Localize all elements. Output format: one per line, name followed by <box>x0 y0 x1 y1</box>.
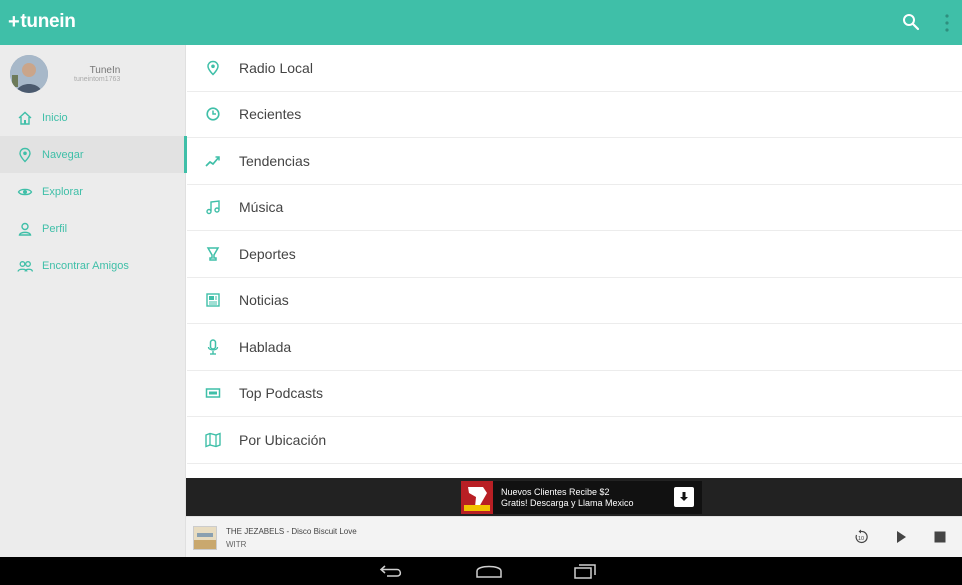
now-playing-bar[interactable]: THE JEZABELS - Disco Biscuit Love WITR 1… <box>186 516 962 557</box>
rewind-label: 10 <box>858 536 864 542</box>
ad-banner[interactable]: Nuevos Clientes Recibe $2 Gratis! Descar… <box>461 481 702 514</box>
sidebar-item-encontrar-amigos[interactable]: Encontrar Amigos <box>0 247 186 284</box>
ad-line-2: Gratis! Descarga y Llama Mexico <box>501 497 634 508</box>
ad-logo <box>461 481 493 514</box>
category-label: Top Podcasts <box>239 385 324 402</box>
rewind-10-icon[interactable]: 10 <box>853 529 869 545</box>
category-label: Tendencias <box>239 152 310 169</box>
sidebar-item-inicio[interactable]: Inicio <box>0 99 186 136</box>
sidebar: TuneIn tuneintom1763 Inicio Navegar Expl… <box>0 45 187 557</box>
ad-text: Nuevos Clientes Recibe $2 Gratis! Descar… <box>501 487 634 509</box>
sidebar-item-label: Navegar <box>42 148 84 161</box>
category-top-podcasts[interactable]: Top Podcasts <box>187 371 962 417</box>
microphone-icon <box>207 339 219 355</box>
category-noticias[interactable]: Noticias <box>187 278 962 324</box>
category-label: Por Ubicación <box>239 431 327 448</box>
sidebar-item-label: Inicio <box>42 111 68 124</box>
category-label: Hablada <box>239 338 292 355</box>
category-list: Radio Local Recientes Tendencias Música … <box>187 45 962 478</box>
play-icon[interactable] <box>893 529 909 545</box>
sidebar-item-perfil[interactable]: Perfil <box>0 210 186 247</box>
location-pin-icon <box>207 60 219 76</box>
profile-header[interactable]: TuneIn tuneintom1763 <box>10 55 120 93</box>
category-label: Recientes <box>239 106 302 123</box>
category-label: Música <box>239 199 284 216</box>
sidebar-item-label: Perfil <box>42 222 68 235</box>
album-art <box>193 526 217 550</box>
location-pin-icon <box>19 147 31 162</box>
sidebar-nav: Inicio Navegar Explorar Perfil Encontrar… <box>0 99 187 284</box>
sidebar-item-label: Encontrar Amigos <box>42 259 129 272</box>
download-icon <box>680 492 688 501</box>
profile-name: TuneIn <box>89 65 121 76</box>
person-icon <box>18 222 32 236</box>
category-por-ubicacion[interactable]: Por Ubicación <box>187 417 962 464</box>
eye-icon <box>17 188 33 195</box>
category-hablada[interactable]: Hablada <box>187 324 962 371</box>
music-note-icon <box>206 200 220 215</box>
trending-icon <box>205 156 220 167</box>
app-bar: + tunein <box>0 0 962 45</box>
ad-download-button[interactable] <box>674 487 694 507</box>
tunein-logo[interactable]: + tunein <box>8 9 76 35</box>
back-icon[interactable] <box>379 563 405 579</box>
search-icon[interactable] <box>902 13 920 31</box>
profile-username: tuneintom1763 <box>74 76 121 83</box>
station-name: WITR <box>226 540 247 549</box>
sidebar-item-label: Explorar <box>42 185 83 198</box>
category-recientes[interactable]: Recientes <box>187 92 962 138</box>
home-icon <box>18 111 32 125</box>
ad-bar: Nuevos Clientes Recibe $2 Gratis! Descar… <box>186 478 962 516</box>
avatar <box>10 55 48 93</box>
category-tendencias[interactable]: Tendencias <box>187 138 962 185</box>
friends-icon <box>17 260 33 272</box>
ad-line-1: Nuevos Clientes Recibe $2 <box>501 486 610 497</box>
profile-names: TuneIn tuneintom1763 <box>74 65 120 83</box>
system-nav-bar <box>0 557 962 585</box>
recents-icon[interactable] <box>573 563 597 579</box>
category-radio-local[interactable]: Radio Local <box>187 45 962 92</box>
logo-plus: + <box>8 10 20 33</box>
overflow-menu-icon[interactable] <box>944 12 950 34</box>
sidebar-item-explorar[interactable]: Explorar <box>0 173 186 210</box>
category-deportes[interactable]: Deportes <box>187 231 962 278</box>
category-label: Deportes <box>239 245 296 262</box>
podcast-icon <box>205 388 221 398</box>
category-musica[interactable]: Música <box>187 185 962 231</box>
clock-icon <box>206 107 220 121</box>
logo-text: tunein <box>20 11 76 32</box>
trophy-icon <box>206 247 220 261</box>
category-label: Radio Local <box>239 59 313 76</box>
home-nav-icon[interactable] <box>475 563 503 579</box>
stop-icon[interactable] <box>932 529 948 545</box>
newspaper-icon <box>206 293 220 307</box>
sidebar-item-navegar[interactable]: Navegar <box>0 136 187 173</box>
category-label: Noticias <box>239 292 289 309</box>
map-icon <box>205 432 221 448</box>
track-title: THE JEZABELS - Disco Biscuit Love <box>226 527 357 536</box>
